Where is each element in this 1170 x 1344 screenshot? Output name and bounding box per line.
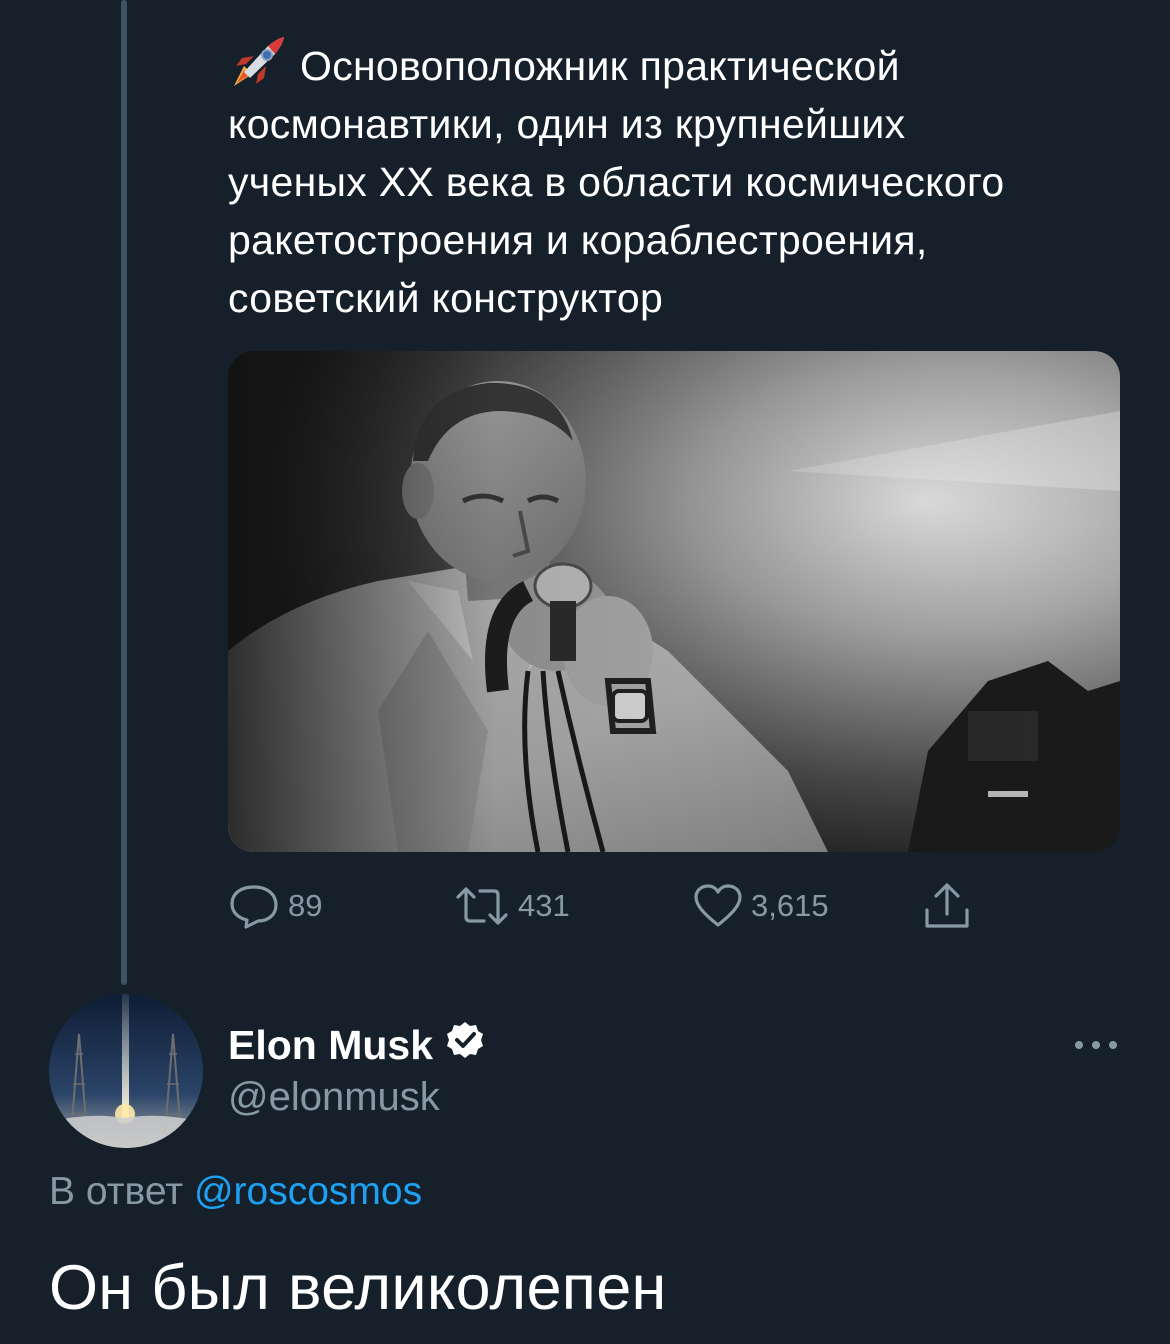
reply-mention-link[interactable]: @roscosmos [194,1170,422,1213]
share-action[interactable] [922,876,972,936]
reply-tweet-text: Он был великолепен [49,1253,667,1323]
like-count: 3,615 [751,888,829,923]
reply-action[interactable]: 89 [228,876,322,936]
tweet-photo[interactable] [228,351,1120,852]
author-handle[interactable]: @elonmusk [228,1075,440,1120]
author-name[interactable]: Elon Musk [228,1020,485,1070]
rocket-icon [228,36,286,88]
rocket-launch-avatar-image [49,994,203,1148]
heart-icon [693,883,743,929]
reply-count: 89 [288,888,323,923]
photo-portrait-man-microphone [228,351,1120,852]
parent-tweet-line-3: ученых XX века в области космического [228,159,1005,205]
replying-to-prefix: В ответ [49,1170,184,1213]
parent-tweet-line-1: Основоположник практической [228,36,1128,95]
parent-tweet-line-4: ракетостроения и кораблестроения, [228,217,928,263]
parent-tweet-text: Основоположник практической космонавтики… [228,36,1128,327]
retweet-action[interactable]: 431 [454,876,570,936]
reply-icon [228,883,280,929]
verified-badge-icon [445,1020,485,1070]
retweet-icon [454,883,510,929]
replying-to-line: В ответ @roscosmos [49,1170,422,1214]
parent-tweet-action-bar: 89 431 3,615 [228,876,1128,936]
retweet-count: 431 [518,888,570,923]
like-action[interactable]: 3,615 [693,876,829,936]
tweet-thread-view: Основоположник практической космонавтики… [0,0,1170,1344]
more-options-icon[interactable] [1073,1037,1119,1058]
parent-tweet-line-1-text: Основоположник практической [300,43,900,89]
share-icon [922,880,972,932]
parent-tweet-line-2: космонавтики, один из крупнейших [228,101,906,147]
avatar[interactable] [49,994,203,1148]
author-name-text: Elon Musk [228,1021,434,1068]
thread-connector-line [121,0,127,985]
parent-tweet-line-5: советский конструктор [228,275,664,321]
